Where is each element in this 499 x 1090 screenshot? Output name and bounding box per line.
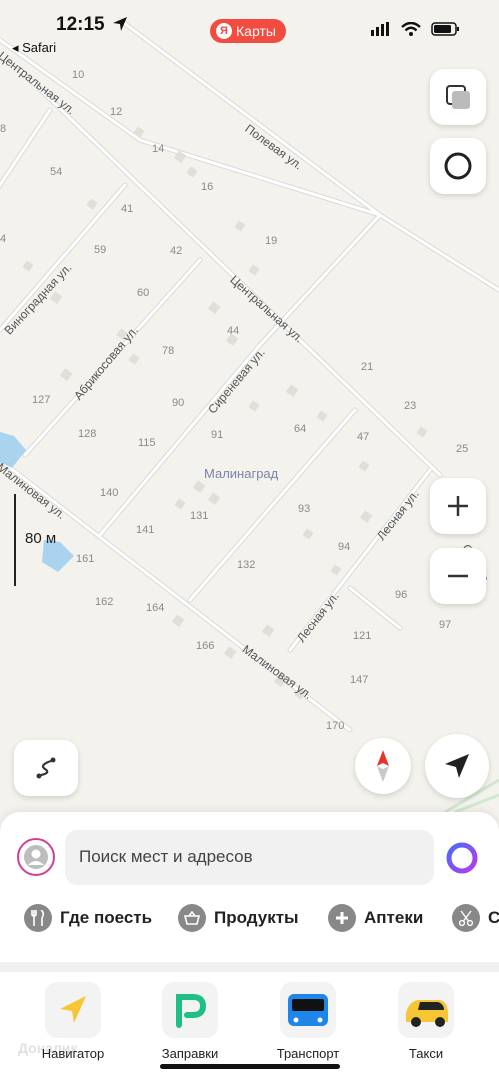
- house-number: 23: [404, 400, 417, 412]
- house-number: 161: [76, 553, 95, 565]
- home-indicator[interactable]: [160, 1064, 340, 1069]
- fork-knife-icon: [24, 904, 52, 932]
- house-number: 115: [138, 437, 156, 449]
- house-number: 164: [146, 602, 165, 614]
- alice-assistant-button[interactable]: [430, 138, 486, 194]
- chip-where-to-eat[interactable]: Где поесть: [24, 904, 152, 932]
- route-button[interactable]: [14, 740, 78, 796]
- house-number: 93: [298, 503, 311, 515]
- house-number: 47: [357, 431, 370, 443]
- house-number: 60: [137, 287, 150, 299]
- scale-label: 80 м: [25, 530, 57, 547]
- house-number: 91: [211, 429, 224, 441]
- house-number: 78: [162, 345, 175, 357]
- tab-label: Такси: [408, 1046, 444, 1061]
- compass-button[interactable]: [355, 738, 411, 794]
- alice-voice-icon: [446, 842, 478, 874]
- layers-icon: [446, 85, 470, 109]
- chip-label: Продукты: [214, 908, 299, 927]
- status-bar: 12:15 ◂ Safari Я Карты: [0, 0, 499, 60]
- house-number: 12: [110, 106, 123, 118]
- brand-badge: Я Карты: [210, 19, 286, 43]
- navigation-arrow-icon: [445, 754, 469, 778]
- user-icon: [24, 845, 48, 869]
- house-number: 64: [294, 423, 307, 435]
- clock: 12:15: [56, 14, 105, 35]
- house-number: 162: [95, 596, 114, 608]
- tab-transport[interactable]: Транспорт: [252, 982, 364, 1061]
- chip-label: Аптеки: [364, 908, 424, 927]
- back-to-safari-link[interactable]: ◂ Safari: [12, 40, 56, 56]
- taxi-car-icon: [406, 1000, 448, 1027]
- house-number: 140: [100, 487, 119, 499]
- house-number: 44: [227, 325, 240, 337]
- watermark: Доналик: [18, 1040, 78, 1056]
- services-tab-bar: Навигатор Заправки Транспорт Такси: [0, 962, 499, 1090]
- house-number: 54: [50, 166, 63, 178]
- brand-label: Карты: [236, 23, 276, 39]
- zoom-out-button[interactable]: [430, 548, 486, 604]
- house-number: 21: [361, 361, 374, 373]
- house-number: 10: [72, 69, 85, 81]
- house-number: 25: [456, 443, 469, 455]
- chip-groceries[interactable]: Продукты: [178, 904, 299, 932]
- chip-label: С: [488, 908, 499, 927]
- location-arrow-icon: [113, 17, 127, 31]
- house-number: 170: [326, 720, 345, 732]
- my-location-button[interactable]: [425, 734, 489, 798]
- house-number: 19: [265, 235, 278, 247]
- scale-bar: [14, 494, 16, 586]
- avatar[interactable]: [17, 838, 55, 876]
- house-number: 42: [170, 245, 183, 257]
- district-label: Малинаград: [204, 466, 279, 481]
- tab-label: Транспорт: [276, 1046, 340, 1061]
- compass-icon: [377, 750, 389, 782]
- house-number: 166: [196, 640, 215, 652]
- basket-icon: [178, 904, 206, 932]
- plus-icon: [448, 496, 468, 516]
- gas-station-p-icon: [176, 994, 207, 1028]
- alice-ring-icon: [444, 152, 472, 180]
- tab-taxi[interactable]: Такси: [370, 982, 482, 1061]
- scissors-icon: [452, 904, 480, 932]
- house-number: 59: [94, 244, 107, 256]
- house-number: 41: [121, 203, 134, 215]
- house-number: 90: [172, 397, 185, 409]
- house-number: 121: [353, 630, 372, 642]
- house-number: 141: [136, 524, 155, 536]
- layers-button[interactable]: [430, 69, 486, 125]
- house-number: 132: [237, 559, 256, 571]
- category-chips: Где поесть Продукты Аптеки С: [0, 904, 499, 944]
- system-icons: [371, 22, 461, 36]
- house-number: 96: [395, 589, 408, 601]
- wifi-icon: [401, 22, 421, 36]
- chip-pharmacies[interactable]: Аптеки: [328, 904, 423, 932]
- cellular-signal-icon: [371, 22, 389, 36]
- yandex-logo-icon: Я: [216, 23, 232, 39]
- alice-voice-button[interactable]: [445, 841, 479, 875]
- chip-beauty[interactable]: С: [452, 904, 499, 932]
- pharmacy-cross-icon: [328, 904, 356, 932]
- house-number: 128: [78, 428, 97, 440]
- house-number: 16: [201, 181, 214, 193]
- minus-icon: [448, 574, 468, 578]
- route-squiggle-icon: [36, 757, 56, 779]
- search-placeholder: Поиск мест и адресов: [79, 847, 253, 866]
- battery-icon: [431, 22, 459, 36]
- house-number: 4: [0, 233, 7, 245]
- tab-gas-stations[interactable]: Заправки: [134, 982, 246, 1061]
- house-number: 8: [0, 123, 7, 135]
- house-number: 147: [350, 674, 369, 686]
- zoom-in-button[interactable]: [430, 478, 486, 534]
- house-number: 131: [190, 510, 209, 522]
- house-number: 97: [439, 619, 452, 631]
- house-number: 94: [338, 541, 351, 553]
- chip-label: Где поесть: [60, 908, 153, 927]
- house-number: 14: [152, 143, 165, 155]
- navigator-arrow-icon: [60, 996, 86, 1023]
- tab-label: Заправки: [161, 1046, 219, 1061]
- bus-icon: [288, 994, 328, 1026]
- search-input[interactable]: Поиск мест и адресов: [65, 830, 434, 885]
- house-number: 127: [32, 394, 51, 406]
